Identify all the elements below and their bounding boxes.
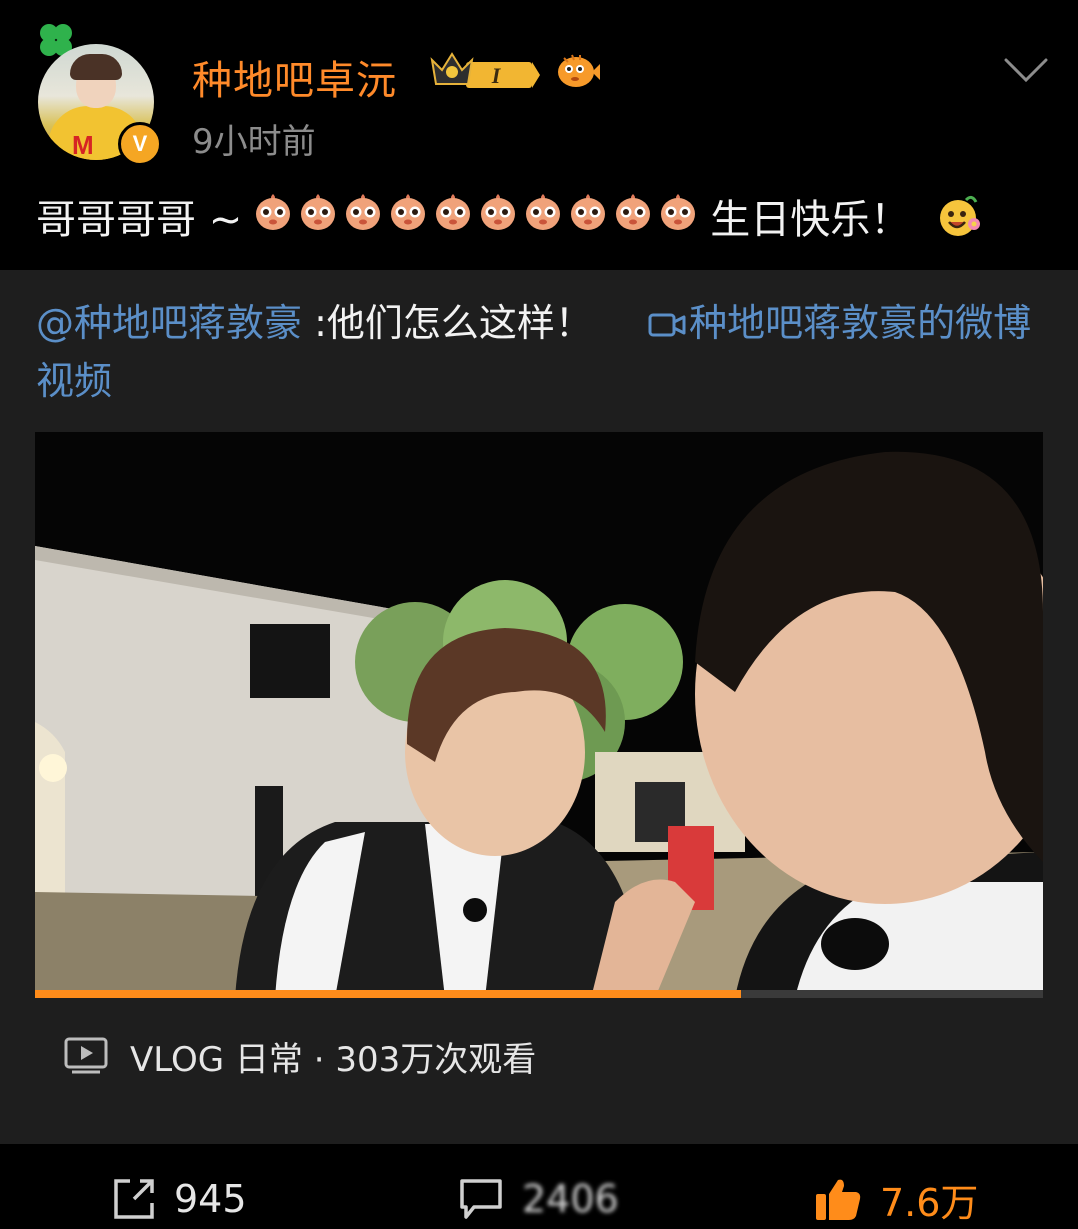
video-player[interactable] <box>35 432 1043 998</box>
emoji-row <box>252 190 702 242</box>
like-count: 7.6万 <box>880 1180 979 1225</box>
video-progress-bar[interactable] <box>35 990 1043 998</box>
verified-badge-icon: V <box>118 122 162 166</box>
play-box-icon <box>64 1037 108 1074</box>
video-progress-fill <box>35 990 741 998</box>
chick-emoji-icon <box>567 190 612 242</box>
chick-emoji-icon <box>522 190 567 242</box>
repost-body: :他们怎么这样！ <box>302 301 593 345</box>
repost-count: 945 <box>174 1177 247 1221</box>
avatar-shirt-letter: M <box>72 130 94 160</box>
post-text-after: 生日快乐！ <box>710 197 911 243</box>
video-meta-text: VLOG 日常 · 303万次观看 <box>130 1039 537 1080</box>
video-meta: VLOG 日常 · 303万次观看 <box>64 1032 536 1080</box>
chick-emoji-icon <box>387 190 432 242</box>
like-button[interactable]: 7.6万 <box>814 1174 979 1225</box>
chevron-down-icon[interactable] <box>1002 54 1050 86</box>
repost-button[interactable]: 945 <box>112 1174 247 1224</box>
post-text-before: 哥哥哥哥 ~ <box>36 197 243 243</box>
avatar[interactable]: M V <box>34 20 162 166</box>
post-header: M V 种地吧卓沅 I 9小时前 哥哥哥哥 ~ 生日快乐！ <box>0 0 1078 270</box>
comment-count: 2406 <box>522 1177 619 1221</box>
comment-button[interactable]: 2406 <box>458 1174 619 1224</box>
mention-link[interactable]: @种地吧蒋敦豪 <box>36 301 302 345</box>
chick-emoji-icon <box>342 190 387 242</box>
post-text: 哥哥哥哥 ~ 生日快乐！ <box>36 186 984 246</box>
repost-card[interactable]: @种地吧蒋敦豪 :他们怎么这样！ 种地吧蒋敦豪的微博视频 VLOG 日常 · 3… <box>0 270 1078 1144</box>
chick-emoji-icon <box>432 190 477 242</box>
chick-emoji-icon <box>612 190 657 242</box>
crown-level-badge-icon[interactable]: I <box>430 50 542 94</box>
puffer-fish-badge-icon[interactable] <box>554 50 600 92</box>
action-bar: 945 2406 7.6万 <box>0 1144 1078 1229</box>
post-time: 9小时前 <box>192 122 316 162</box>
share-icon <box>114 1179 154 1219</box>
level-badge-text: I <box>491 63 502 88</box>
video-camera-icon[interactable] <box>647 311 687 339</box>
author-name[interactable]: 种地吧卓沅 <box>192 48 397 106</box>
thumbs-up-icon <box>816 1179 861 1220</box>
smile-flower-emoji-icon <box>940 195 981 236</box>
chick-emoji-icon <box>477 190 522 242</box>
chick-emoji-icon <box>297 190 342 242</box>
comment-icon <box>460 1179 502 1219</box>
chick-emoji-icon <box>252 190 297 242</box>
repost-text: @种地吧蒋敦豪 :他们怎么这样！ 种地吧蒋敦豪的微博视频 <box>36 294 1046 410</box>
chick-emoji-icon <box>657 190 702 242</box>
